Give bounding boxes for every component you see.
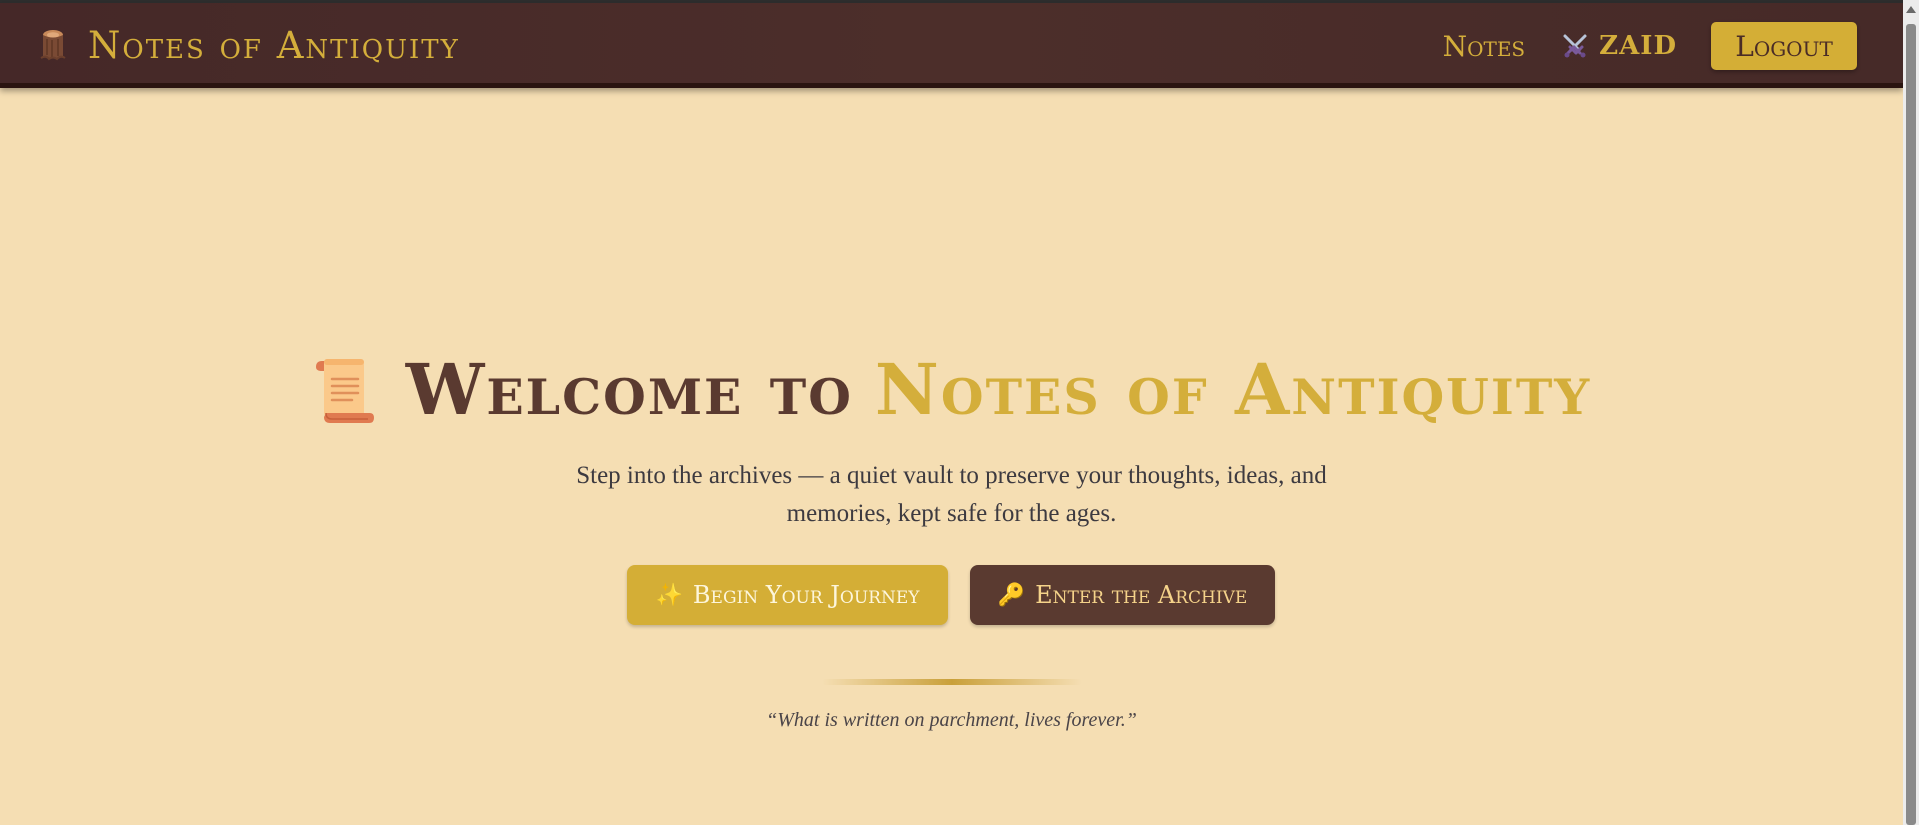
- user-badge: ZAID: [1561, 31, 1677, 61]
- nav-right: Notes ZAID Logout: [1443, 21, 1857, 71]
- key-icon: 🔑: [997, 582, 1026, 608]
- brand-title: Notes of Antiquity: [88, 23, 460, 67]
- begin-journey-label: Begin Your Journey: [692, 581, 920, 609]
- scrollbar-thumb[interactable]: [1906, 24, 1916, 825]
- crossed-swords-icon: [1561, 32, 1589, 60]
- hero-quote: “What is written on parchment, lives for…: [766, 709, 1137, 731]
- hero-subtitle: Step into the archives — a quiet vault t…: [576, 462, 1327, 527]
- begin-journey-button[interactable]: ✨ Begin Your Journey: [627, 565, 948, 625]
- enter-archive-label: Enter the Archive: [1035, 581, 1248, 609]
- scroll-icon: [312, 355, 378, 425]
- navbar: Notes of Antiquity Notes ZAID Logout: [0, 3, 1903, 88]
- logout-button[interactable]: Logout: [1711, 22, 1857, 70]
- scroll-up-arrow-icon[interactable]: [1906, 6, 1916, 13]
- enter-archive-button[interactable]: 🔑 Enter the Archive: [970, 565, 1275, 625]
- page-scrollbar[interactable]: [1903, 0, 1919, 825]
- hero-title-lead: Welcome to: [405, 348, 853, 431]
- hero-section: Welcome to Notes of Antiquity Step into …: [0, 355, 1903, 732]
- sparkles-icon: ✨: [655, 582, 683, 608]
- hero-title-accent: Notes of Antiquity: [874, 348, 1592, 431]
- hero-title: Welcome to Notes of Antiquity: [312, 355, 1592, 425]
- ornamental-divider: [821, 679, 1082, 685]
- tree-stump-icon: [40, 28, 66, 62]
- nav-link-notes[interactable]: Notes: [1443, 30, 1526, 63]
- user-name: ZAID: [1599, 31, 1677, 61]
- brand-link[interactable]: Notes of Antiquity: [40, 23, 460, 67]
- hero-actions: ✨ Begin Your Journey 🔑 Enter the Archive: [0, 565, 1903, 625]
